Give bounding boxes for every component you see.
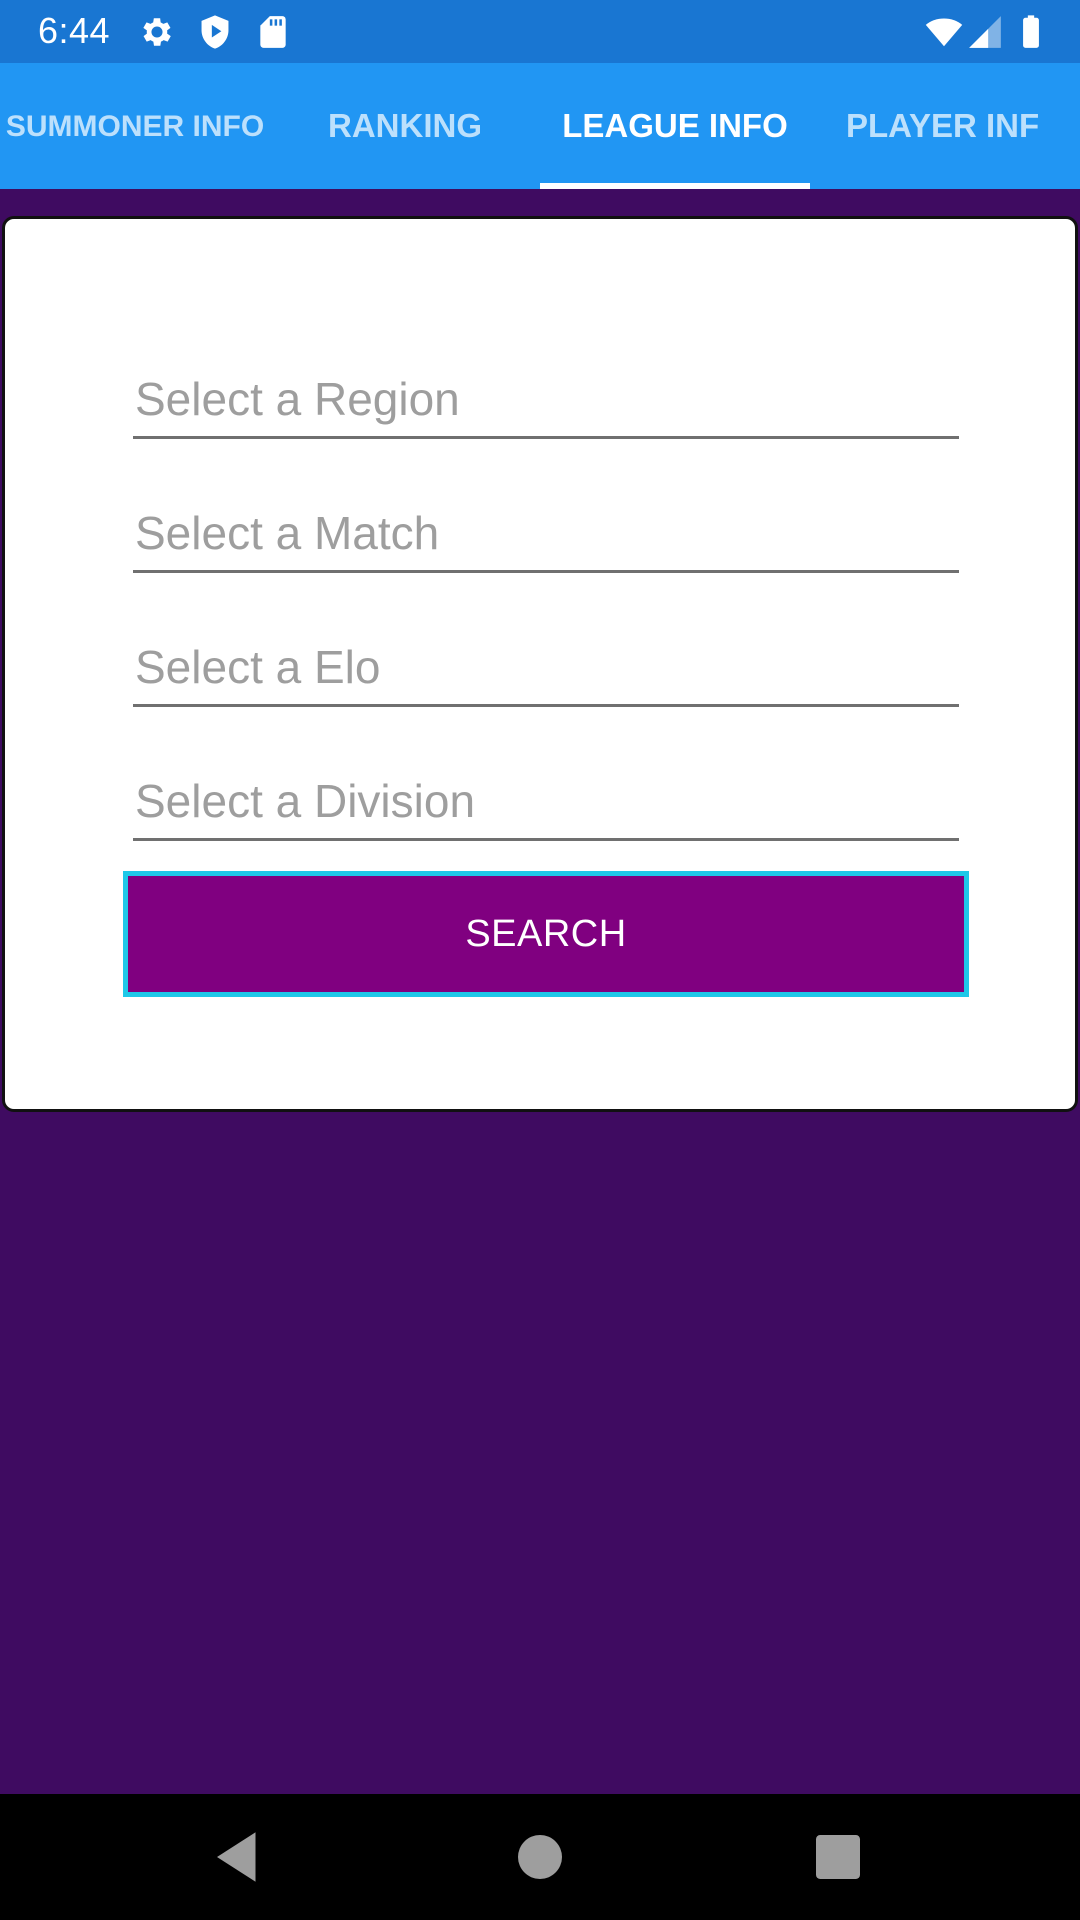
tab-league-info[interactable]: LEAGUE INFO (540, 63, 810, 189)
search-button[interactable]: SEARCH (123, 871, 969, 997)
sd-card-icon (260, 16, 286, 48)
tab-bar: SUMMONER INFO RANKING LEAGUE INFO PLAYER… (0, 63, 1080, 189)
region-field[interactable]: Select a Region (133, 349, 959, 439)
status-bar: 6:44 (0, 0, 1080, 63)
active-tab-indicator (540, 183, 810, 189)
signal-icon (969, 16, 1001, 48)
system-nav-bar (0, 1794, 1080, 1920)
tab-ranking[interactable]: RANKING (270, 63, 540, 189)
wifi-icon (925, 18, 963, 47)
league-search-card: Select a Region Select a Match Select a … (2, 216, 1078, 1112)
division-field[interactable]: Select a Division (133, 751, 959, 841)
division-placeholder: Select a Division (135, 775, 476, 827)
region-placeholder: Select a Region (135, 373, 460, 425)
home-icon[interactable] (507, 1824, 573, 1890)
gear-icon (143, 18, 171, 46)
tab-summoner-info[interactable]: SUMMONER INFO (0, 63, 270, 189)
recents-icon[interactable] (805, 1824, 871, 1890)
match-field[interactable]: Select a Match (133, 483, 959, 573)
back-icon[interactable] (206, 1824, 272, 1890)
shield-play-icon (201, 15, 229, 49)
tab-player-info[interactable]: PLAYER INF (810, 63, 1080, 189)
elo-field[interactable]: Select a Elo (133, 617, 959, 707)
status-time: 6:44 (38, 10, 111, 51)
match-placeholder: Select a Match (135, 507, 440, 559)
elo-placeholder: Select a Elo (135, 641, 381, 693)
battery-icon (1023, 15, 1039, 48)
